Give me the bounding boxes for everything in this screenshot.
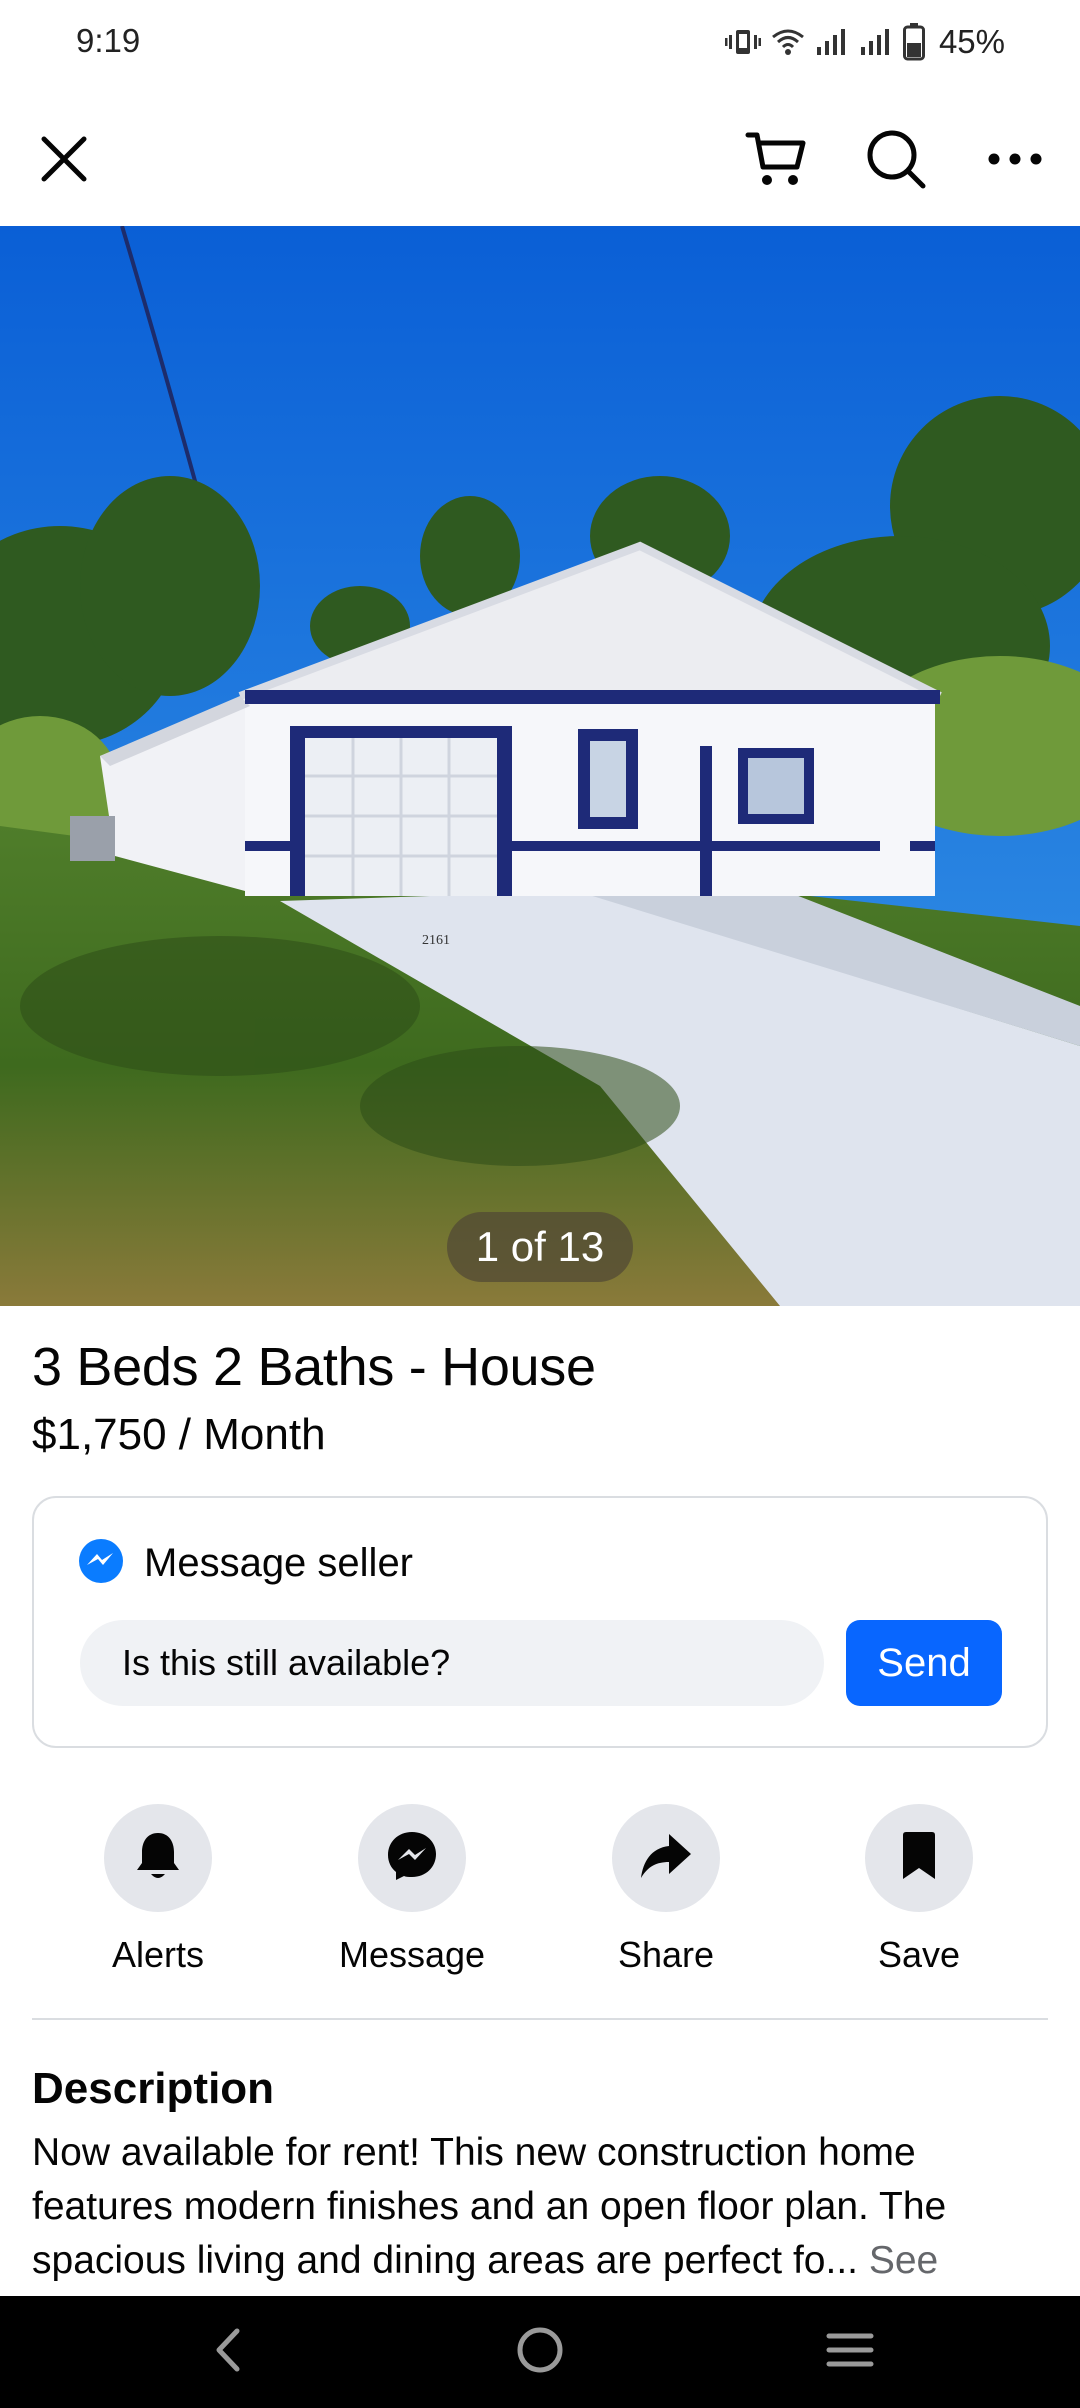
share-button[interactable]: Share [556, 1804, 776, 1976]
wifi-icon [771, 27, 805, 57]
cart-icon [745, 129, 809, 194]
send-button[interactable]: Send [846, 1620, 1002, 1706]
description-body: Now available for rent! This new constru… [32, 2131, 947, 2282]
messenger-icon [385, 1829, 439, 1888]
description-heading: Description [32, 2064, 275, 2113]
description-text: Now available for rent! This new constru… [32, 2126, 1042, 2288]
top-action-bar [0, 96, 1080, 226]
home-icon [516, 2326, 564, 2379]
message-input[interactable] [80, 1620, 824, 1706]
recents-button[interactable] [800, 2316, 900, 2388]
more-options-button[interactable] [970, 116, 1060, 206]
message-seller-header: Message seller [78, 1538, 413, 1589]
message-label: Message [338, 1934, 486, 1975]
status-time: 9:19 [76, 22, 141, 59]
alerts-label: Alerts [111, 1934, 205, 1975]
back-icon [213, 2327, 243, 2378]
signal-icon [859, 27, 893, 57]
status-icons: 45% [724, 20, 1005, 64]
section-divider [32, 2018, 1048, 2020]
system-nav-bar [0, 2296, 1080, 2408]
status-bar: 9:19 45% [0, 0, 1080, 86]
photo-counter: 1 of 13 [447, 1212, 633, 1282]
alerts-button[interactable]: Alerts [48, 1804, 268, 1976]
bell-icon [133, 1830, 183, 1887]
message-seller-label: Message seller [144, 1541, 414, 1585]
signal-icon [815, 27, 849, 57]
message-button[interactable]: Message [302, 1804, 522, 1976]
listing-title: 3 Beds 2 Baths - House [32, 1337, 596, 1397]
search-button[interactable] [851, 116, 941, 206]
home-button[interactable] [490, 2316, 590, 2388]
save-label: Save [877, 1934, 961, 1975]
house-photo-illustration: 2161 [0, 226, 1080, 1306]
listing-price: $1,750 / Month [32, 1410, 326, 1459]
share-label: Share [617, 1934, 715, 1975]
save-circle [865, 1804, 973, 1912]
battery-icon [902, 23, 925, 61]
battery-percent: 45% [938, 23, 1005, 60]
house-number: 2161 [422, 933, 450, 948]
back-button[interactable] [178, 2316, 278, 2388]
close-button[interactable] [19, 116, 109, 206]
share-circle [612, 1804, 720, 1912]
search-icon [865, 128, 927, 195]
cart-button[interactable] [732, 116, 822, 206]
more-icon [987, 152, 1043, 171]
listing-photo[interactable]: 2161 [0, 226, 1080, 1306]
bookmark-icon [899, 1831, 939, 1886]
save-button[interactable]: Save [809, 1804, 1029, 1976]
message-circle [358, 1804, 466, 1912]
messenger-icon [78, 1538, 124, 1589]
close-icon [38, 133, 90, 190]
vibrate-icon [724, 27, 761, 57]
share-icon [639, 1832, 693, 1885]
see-more-link[interactable]: See [869, 2239, 938, 2282]
alerts-circle [104, 1804, 212, 1912]
message-seller-card: Message seller Send [32, 1496, 1048, 1748]
recents-icon [826, 2330, 874, 2375]
